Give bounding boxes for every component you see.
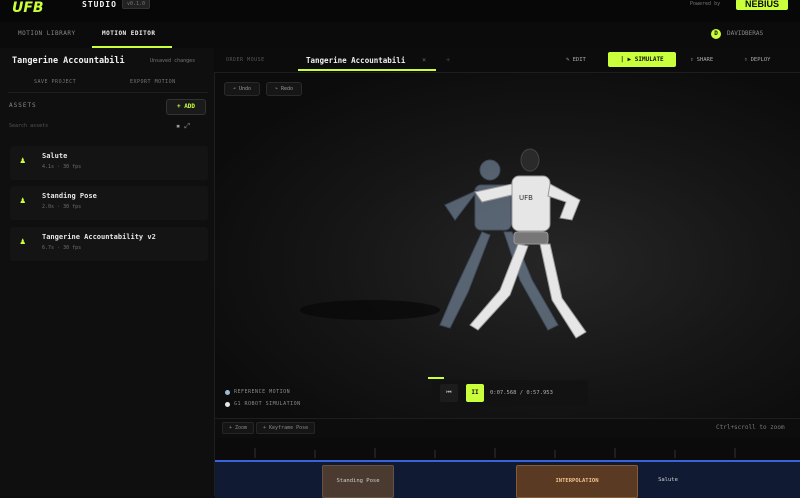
undo-label: Undo [239, 86, 252, 92]
nebius-logo: NEBIUS [736, 0, 788, 10]
export-motion-button[interactable]: EXPORT MOTION [130, 79, 176, 85]
unsaved-indicator: Unsaved changes [150, 58, 196, 64]
list-item[interactable]: ♟ Salute 4.1s · 30 fps [10, 146, 208, 180]
asset-name: Standing Pose [42, 192, 97, 200]
figure-icon: ♟ [20, 156, 26, 166]
legend-reference: REFERENCE MOTION [234, 389, 291, 395]
clip-standing-pose[interactable]: Standing Pose [322, 465, 394, 498]
clip-interpolation[interactable]: INTERPOLATION [516, 465, 638, 498]
redo-label: Redo [281, 86, 294, 92]
project-title[interactable]: Tangerine Accountabili [12, 56, 125, 66]
tab-current-project[interactable]: Tangerine Accountabili [306, 56, 405, 65]
share-label: SHARE [696, 57, 714, 63]
list-item[interactable]: ♟ Tangerine Accountability v2 6.7s · 30 … [10, 227, 208, 261]
studio-label: STUDIO [82, 0, 117, 9]
asset-name: Salute [42, 152, 68, 160]
legend-simulation: G1 ROBOT SIMULATION [234, 401, 301, 407]
legend-dot [225, 402, 230, 407]
edit-button[interactable]: ✎ EDIT [566, 57, 586, 63]
svg-text:UFB: UFB [519, 194, 533, 202]
simulate-label: SIMULATE [634, 56, 664, 63]
zoom-hint: Ctrl+scroll to zoom [716, 424, 785, 431]
assets-heading: ASSETS [9, 102, 37, 109]
deploy-label: DEPLOY [750, 57, 771, 63]
close-icon[interactable]: × [422, 56, 426, 64]
tab-order-mouse[interactable]: ORDER MOUSE [226, 57, 265, 63]
legend-dot [225, 390, 230, 395]
edit-label: EDIT [572, 57, 586, 63]
undo-button[interactable]: ↶ Undo [224, 82, 261, 96]
top-bar [0, 0, 800, 23]
search-input[interactable]: Search assets [9, 123, 174, 134]
simulate-button[interactable]: | ▶ SIMULATE [608, 52, 676, 67]
avatar[interactable]: D [711, 29, 721, 39]
list-item[interactable]: ♟ Standing Pose 2.0s · 30 fps [10, 186, 208, 220]
pencil-icon: ✎ [566, 57, 573, 63]
asset-meta: 6.7s · 30 fps [42, 245, 82, 251]
playback-progress [428, 377, 444, 379]
robot-scene: UFB [300, 148, 587, 339]
share-button[interactable]: ⇪ SHARE [690, 57, 713, 63]
figure-icon: ♟ [20, 237, 26, 247]
active-tab-indicator [298, 69, 436, 71]
clip-salute[interactable]: Salute [638, 465, 698, 496]
asset-meta: 4.1s · 30 fps [42, 164, 82, 170]
filter-icon[interactable]: ▪ ⤢ [176, 122, 190, 131]
tab-motion-library[interactable]: MOTION LIBRARY [18, 30, 76, 37]
add-asset-button[interactable]: + ADD [166, 99, 206, 115]
deploy-button[interactable]: ⇧ DEPLOY [744, 57, 771, 63]
timeline-ruler[interactable] [215, 438, 800, 460]
svg-text:UFB: UFB [12, 0, 44, 16]
plus-icon[interactable]: + [446, 56, 450, 64]
username[interactable]: DAVIDBERAS [727, 30, 763, 37]
keyframe-pose-button[interactable]: + Keyframe Pose [256, 422, 316, 434]
play-icon: | ▶ [620, 56, 635, 63]
pause-button[interactable]: II [466, 384, 484, 402]
rewind-button[interactable]: ⏮ [440, 384, 458, 402]
save-project-button[interactable]: SAVE PROJECT [34, 79, 76, 85]
sidebar [0, 48, 215, 496]
deploy-icon: ⇧ [744, 57, 751, 63]
timeline-track[interactable] [215, 460, 800, 498]
figure-icon: ♟ [20, 196, 26, 206]
share-icon: ⇪ [690, 57, 697, 63]
asset-meta: 2.0s · 30 fps [42, 204, 82, 210]
asset-name: Tangerine Accountability v2 [42, 233, 156, 241]
ruler-ticks [254, 448, 736, 458]
tab-motion-editor[interactable]: MOTION EDITOR [102, 30, 155, 37]
version-badge: v0.1.0 [122, 0, 151, 9]
redo-button[interactable]: ↷ Redo [266, 82, 303, 96]
time-display: 0:07.568 / 0:57.953 [490, 390, 553, 396]
divider [8, 92, 208, 93]
zoom-button[interactable]: + Zoom [222, 422, 255, 434]
powered-by-text: Powered by [690, 1, 721, 7]
ufb-logo: UFB [12, 0, 44, 16]
